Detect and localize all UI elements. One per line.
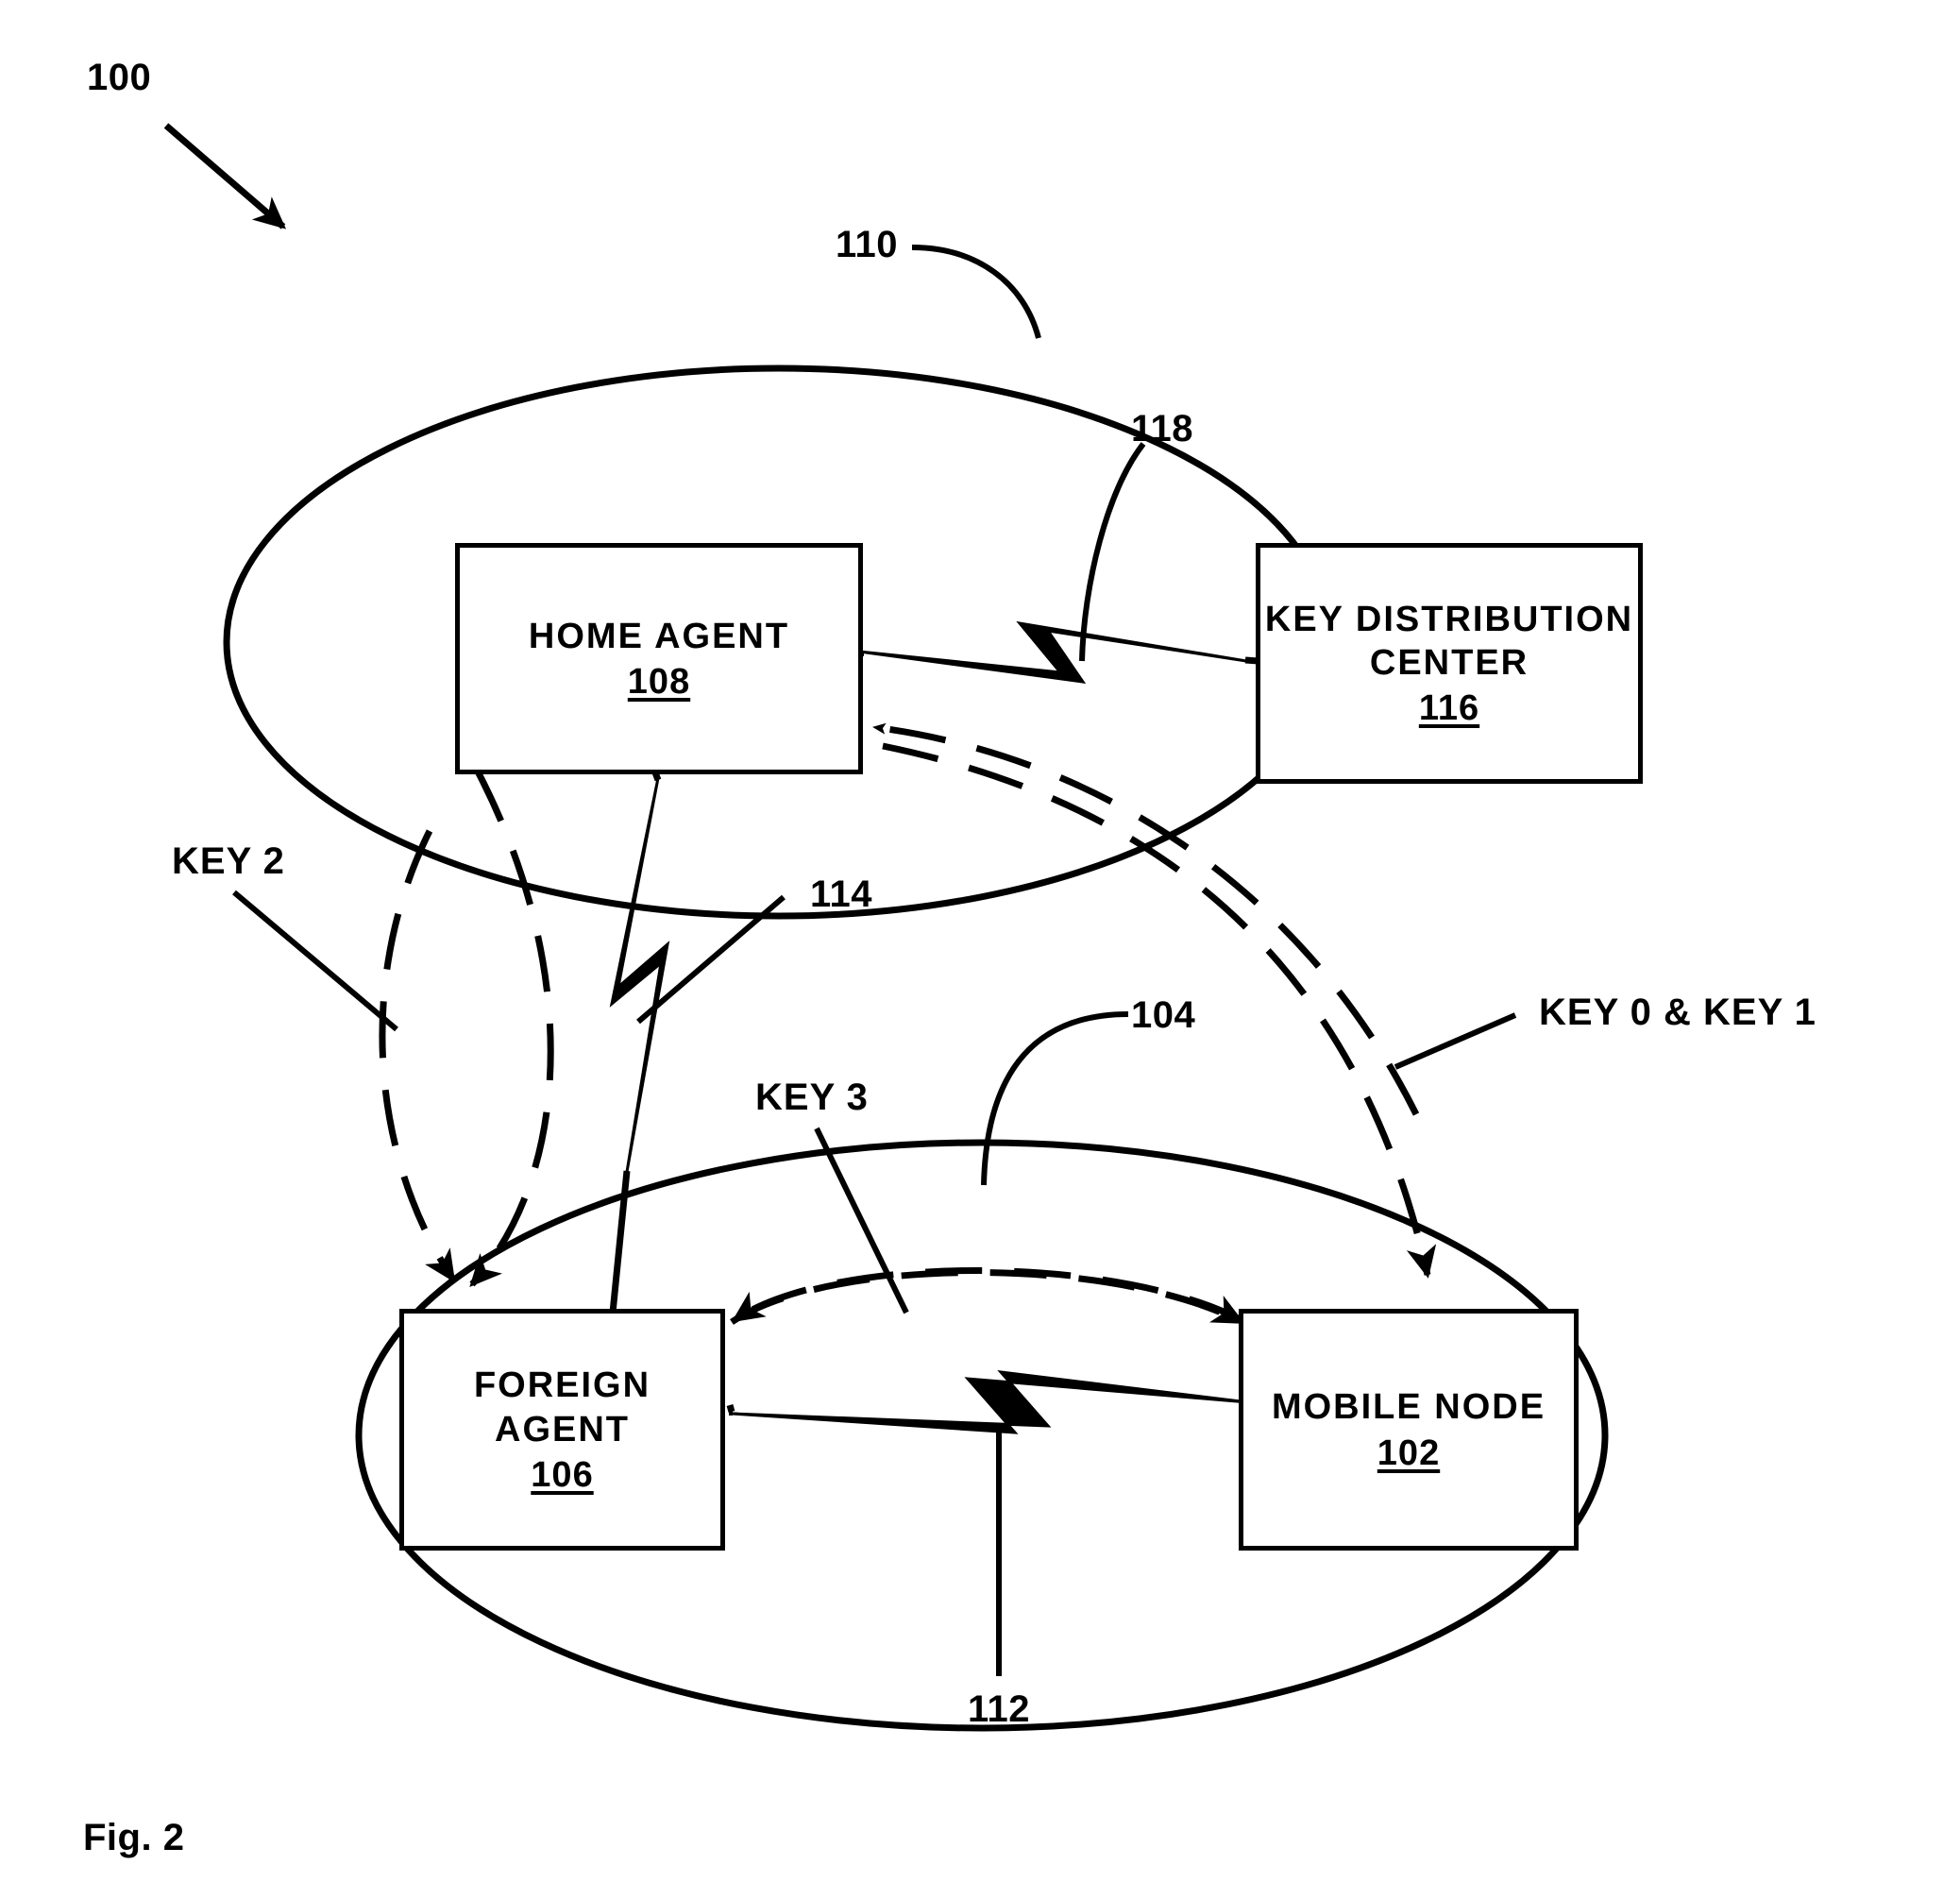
home-network-leader — [911, 245, 1041, 339]
key3-arc-to-mobile-node — [730, 1269, 1245, 1326]
key01-label-leader — [1394, 1012, 1517, 1070]
key3-arc-to-foreign-agent — [731, 1267, 1243, 1324]
key-distribution-center-title-line1: KEY DISTRIBUTION — [1264, 599, 1634, 639]
home-agent-reference-number: 108 — [627, 662, 691, 703]
key-3-label: KEY 3 — [755, 1077, 869, 1118]
key2-arc-to-foreign-agent — [379, 829, 456, 1283]
key-2-label: KEY 2 — [172, 840, 285, 882]
diagram-canvas — [163, 123, 1609, 1732]
foreign-network-reference-number: 104 — [1131, 994, 1196, 1036]
figure-caption: Fig. 2 — [83, 1817, 185, 1858]
home-agent-title: HOME AGENT — [528, 616, 790, 656]
node-home-agent[interactable]: HOME AGENT 108 — [455, 543, 863, 774]
node-key-distribution-center[interactable]: KEY DISTRIBUTION CENTER 116 — [1256, 543, 1643, 784]
link-118-reference-number: 118 — [1131, 408, 1194, 449]
link-home-agent-to-foreign-agent — [608, 771, 670, 1323]
key2-arc-to-home-agent — [469, 768, 554, 1287]
link-112-reference-number: 112 — [968, 1688, 1031, 1730]
key2-label-leader — [232, 890, 398, 1032]
foreign-agent-reference-number: 106 — [531, 1454, 594, 1495]
system-reference-number: 100 — [87, 57, 152, 98]
link-foreign-agent-to-mobile-node — [726, 1370, 1259, 1434]
node-foreign-agent[interactable]: FOREIGN AGENT 106 — [399, 1309, 725, 1551]
foreign-agent-title-line1: FOREIGN — [473, 1365, 651, 1406]
patent-figure: 100 110 118 114 104 112 KEY 2 KEY 3 KEY … — [0, 0, 1960, 1899]
link-118-leader — [1079, 442, 1146, 662]
node-mobile-node[interactable]: MOBILE NODE 102 — [1239, 1309, 1579, 1551]
foreign-network-leader — [981, 1011, 1129, 1186]
foreign-agent-title-line2: AGENT — [495, 1409, 630, 1450]
system-ref-leader — [163, 123, 287, 229]
mobile-node-reference-number: 102 — [1377, 1433, 1441, 1473]
home-network-reference-number: 110 — [836, 224, 899, 265]
mobile-node-title: MOBILE NODE — [1271, 1387, 1546, 1428]
link-114-reference-number: 114 — [810, 873, 873, 915]
key01-arc-to-home-agent — [872, 722, 1420, 1116]
key-distribution-center-reference-number: 116 — [1418, 688, 1480, 729]
key-0-and-key-1-label: KEY 0 & KEY 1 — [1539, 992, 1816, 1033]
key-distribution-center-title-line2: CENTER — [1369, 643, 1529, 683]
